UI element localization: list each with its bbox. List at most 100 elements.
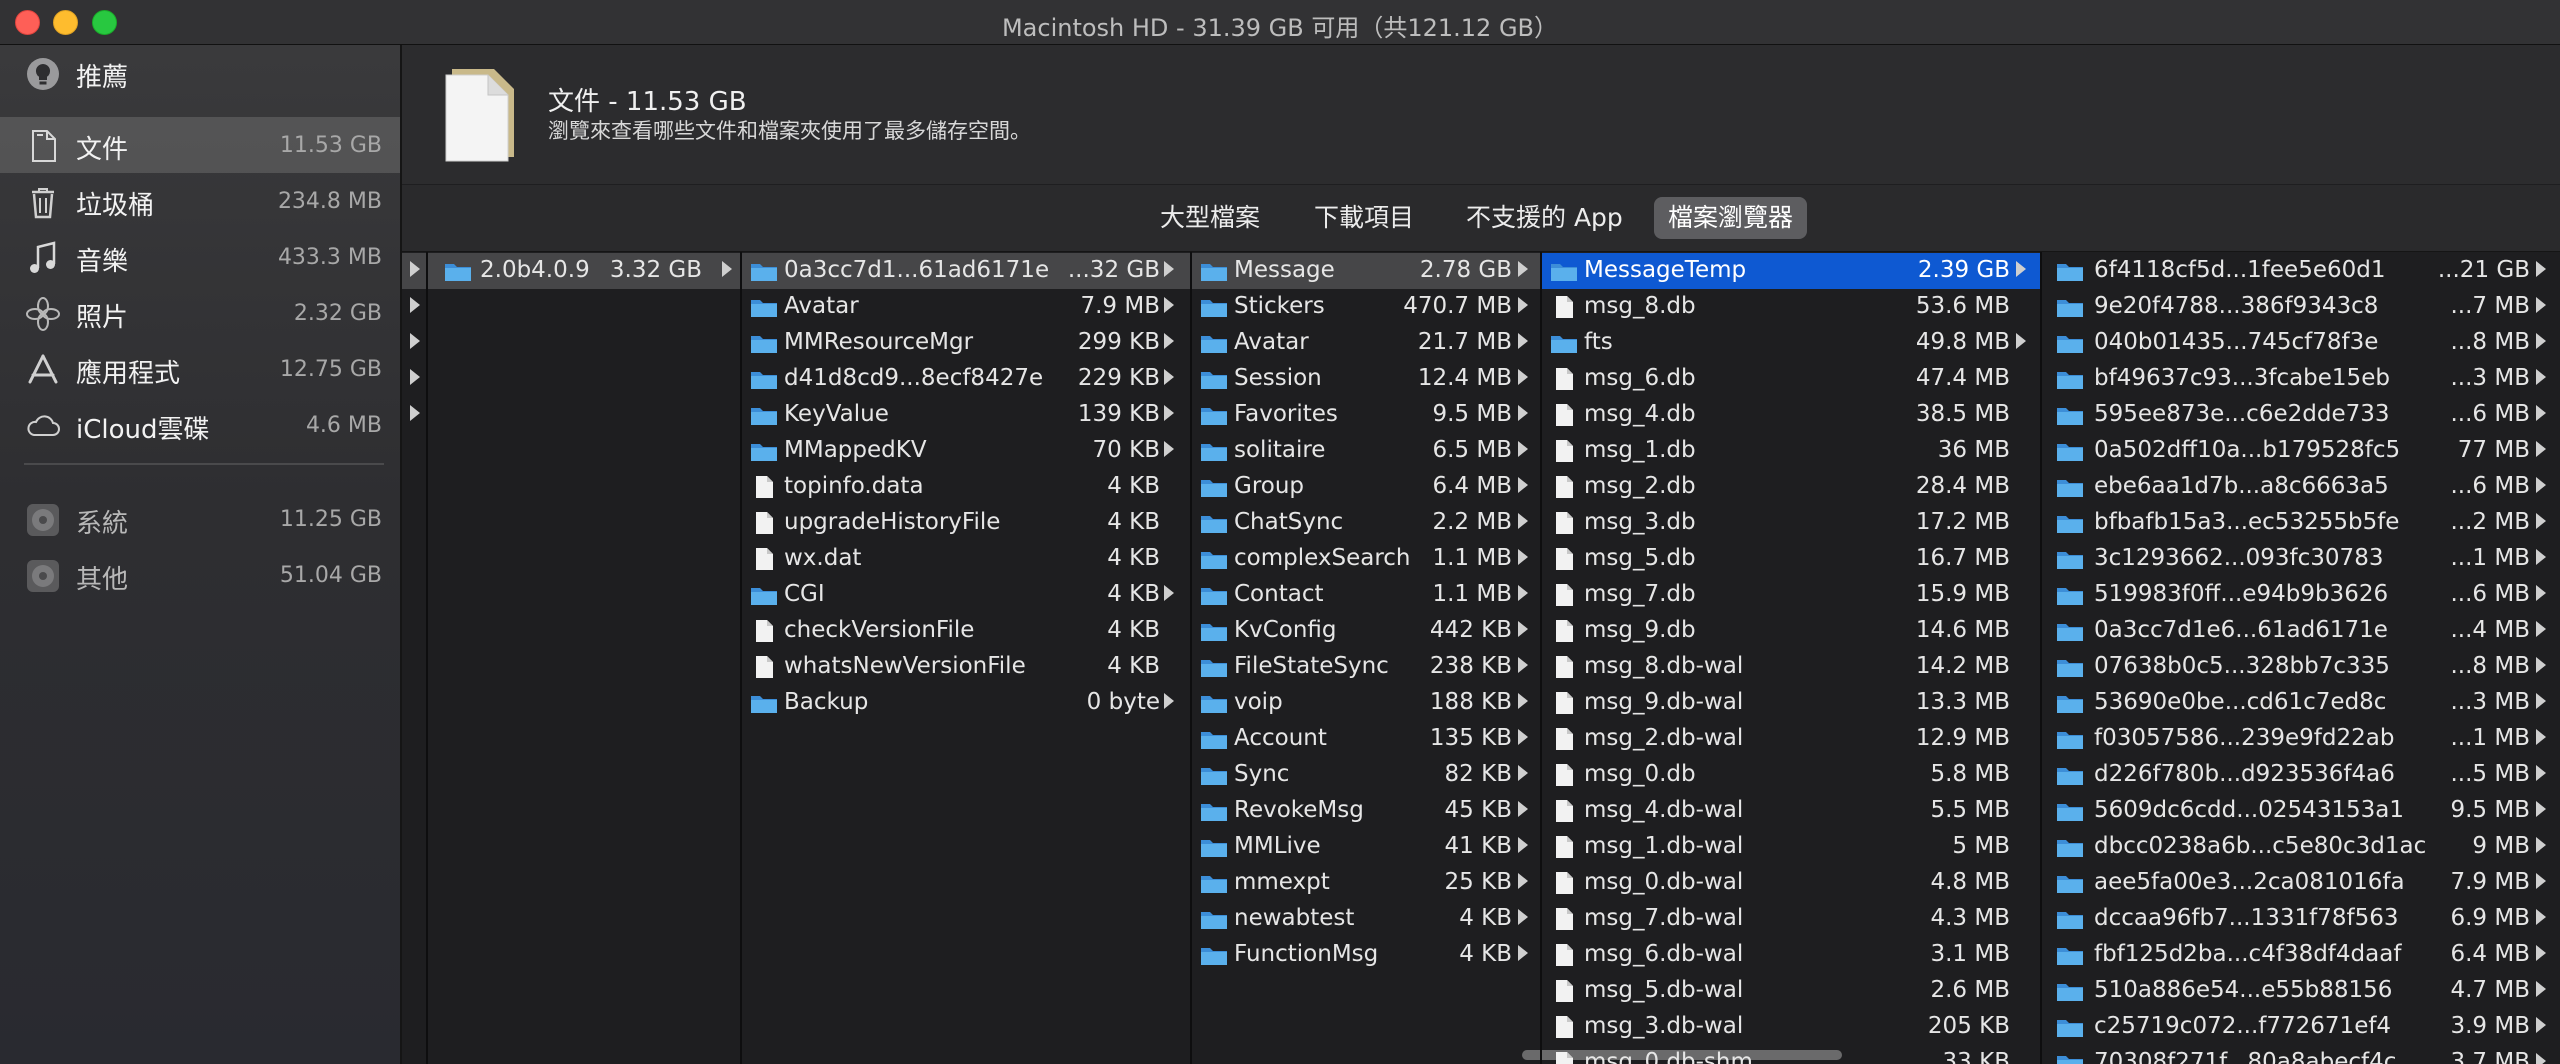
file-row[interactable]: wx.dat 4 KB bbox=[742, 541, 1190, 577]
folder-row[interactable]: CGI 4 KB bbox=[742, 577, 1190, 613]
folder-row[interactable]: 9e20f4788...386f9343c8 ...7 MB bbox=[2042, 289, 2560, 325]
file-row[interactable]: whatsNewVersionFile 4 KB bbox=[742, 649, 1190, 685]
folder-row[interactable]: solitaire 6.5 MB bbox=[1192, 433, 1540, 469]
sidebar-item[interactable]: 文件 11.53 GB bbox=[0, 117, 400, 173]
file-row[interactable]: topinfo.data 4 KB bbox=[742, 469, 1190, 505]
folder-row[interactable]: 595ee873e...c6e2dde733 ...6 MB bbox=[2042, 397, 2560, 433]
folder-row[interactable]: Group 6.4 MB bbox=[1192, 469, 1540, 505]
folder-row[interactable]: 040b01435...745cf78f3e ...8 MB bbox=[2042, 325, 2560, 361]
column-row[interactable] bbox=[402, 289, 426, 325]
file-row[interactable]: msg_8.db-wal 14.2 MB bbox=[1542, 649, 2040, 685]
tab-unsupported-apps[interactable]: 不支援的 App bbox=[1452, 197, 1637, 239]
folder-row[interactable]: Favorites 9.5 MB bbox=[1192, 397, 1540, 433]
folder-row[interactable]: d226f780b...d923536f4a6 ...5 MB bbox=[2042, 757, 2560, 793]
column-row[interactable] bbox=[402, 397, 426, 433]
folder-row[interactable]: c25719c072...f772671ef4 3.9 MB bbox=[2042, 1009, 2560, 1045]
tab-file-browser[interactable]: 檔案瀏覽器 bbox=[1654, 197, 1808, 239]
folder-row[interactable]: d41d8cd9...8ecf8427e 229 KB bbox=[742, 361, 1190, 397]
folder-row[interactable]: KvConfig 442 KB bbox=[1192, 613, 1540, 649]
folder-row[interactable]: Contact 1.1 MB bbox=[1192, 577, 1540, 613]
folder-row[interactable]: FileStateSync 238 KB bbox=[1192, 649, 1540, 685]
sidebar-item[interactable]: iCloud雲碟 4.6 MB bbox=[0, 397, 400, 453]
folder-row[interactable]: dbcc0238a6b...c5e80c3d1ac 9 MB bbox=[2042, 829, 2560, 865]
disclosure-arrow-icon bbox=[2536, 909, 2546, 925]
file-row[interactable]: msg_2.db 28.4 MB bbox=[1542, 469, 2040, 505]
file-row[interactable]: msg_0.db-wal 4.8 MB bbox=[1542, 865, 2040, 901]
file-row[interactable]: msg_4.db 38.5 MB bbox=[1542, 397, 2040, 433]
folder-row[interactable]: aee5fa00e3...2ca081016fa 7.9 MB bbox=[2042, 865, 2560, 901]
file-row[interactable]: msg_5.db-wal 2.6 MB bbox=[1542, 973, 2040, 1009]
sidebar-item[interactable]: 其他 51.04 GB bbox=[0, 547, 400, 603]
tab-downloads[interactable]: 下載項目 bbox=[1300, 197, 1428, 239]
folder-row[interactable]: MMappedKV 70 KB bbox=[742, 433, 1190, 469]
folder-row[interactable]: newabtest 4 KB bbox=[1192, 901, 1540, 937]
file-row[interactable]: msg_8.db 53.6 MB bbox=[1542, 289, 2040, 325]
sidebar-item[interactable]: 系統 11.25 GB bbox=[0, 491, 400, 547]
folder-row[interactable]: Account 135 KB bbox=[1192, 721, 1540, 757]
item-size: 229 KB bbox=[1077, 365, 1160, 391]
folder-row[interactable]: fts 49.8 MB bbox=[1542, 325, 2040, 361]
column-row[interactable] bbox=[402, 361, 426, 397]
folder-row[interactable]: 0a3cc7d1...61ad6171e ...32 GB bbox=[742, 253, 1190, 289]
folder-row[interactable]: Sync 82 KB bbox=[1192, 757, 1540, 793]
file-row[interactable]: msg_4.db-wal 5.5 MB bbox=[1542, 793, 2040, 829]
file-row[interactable]: msg_3.db-wal 205 KB bbox=[1542, 1009, 2040, 1045]
folder-row[interactable]: MMLive 41 KB bbox=[1192, 829, 1540, 865]
file-row[interactable]: upgradeHistoryFile 4 KB bbox=[742, 505, 1190, 541]
file-row[interactable]: msg_1.db-wal 5 MB bbox=[1542, 829, 2040, 865]
sidebar-item[interactable]: 照片 2.32 GB bbox=[0, 285, 400, 341]
sidebar-item[interactable]: 推薦 bbox=[0, 45, 400, 101]
folder-row[interactable]: Session 12.4 MB bbox=[1192, 361, 1540, 397]
file-row[interactable]: msg_0.db 5.8 MB bbox=[1542, 757, 2040, 793]
folder-row[interactable]: Message 2.78 GB bbox=[1192, 253, 1540, 289]
column-row[interactable] bbox=[402, 253, 426, 289]
folder-row[interactable]: 519983f0ff...e94b9b3626 ...6 MB bbox=[2042, 577, 2560, 613]
folder-row[interactable]: KeyValue 139 KB bbox=[742, 397, 1190, 433]
folder-row[interactable]: Backup 0 byte bbox=[742, 685, 1190, 721]
folder-row[interactable]: FunctionMsg 4 KB bbox=[1192, 937, 1540, 973]
folder-row[interactable]: 6f4118cf5d...1fee5e60d1 ...21 GB bbox=[2042, 253, 2560, 289]
file-row[interactable]: msg_7.db 15.9 MB bbox=[1542, 577, 2040, 613]
folder-row[interactable]: MessageTemp 2.39 GB bbox=[1542, 253, 2040, 289]
folder-row[interactable]: Stickers 470.7 MB bbox=[1192, 289, 1540, 325]
column-row[interactable] bbox=[402, 325, 426, 361]
folder-row[interactable]: 53690e0be...cd61c7ed8c ...3 MB bbox=[2042, 685, 2560, 721]
folder-row[interactable]: 3c1293662...093fc30783 ...1 MB bbox=[2042, 541, 2560, 577]
folder-row[interactable]: mmexpt 25 KB bbox=[1192, 865, 1540, 901]
sidebar-item[interactable]: 垃圾桶 234.8 MB bbox=[0, 173, 400, 229]
file-row[interactable]: msg_6.db 47.4 MB bbox=[1542, 361, 2040, 397]
file-row[interactable]: msg_0.db-shm 33 KB bbox=[1542, 1045, 2040, 1064]
folder-row[interactable]: 2.0b4.0.9 3.32 GB bbox=[428, 253, 740, 289]
folder-row[interactable]: complexSearch 1.1 MB bbox=[1192, 541, 1540, 577]
folder-row[interactable]: 5609dc6cdd...02543153a1 9.5 MB bbox=[2042, 793, 2560, 829]
file-row[interactable]: msg_6.db-wal 3.1 MB bbox=[1542, 937, 2040, 973]
folder-row[interactable]: dccaa96fb7...1331f78f563 6.9 MB bbox=[2042, 901, 2560, 937]
folder-row[interactable]: voip 188 KB bbox=[1192, 685, 1540, 721]
folder-row[interactable]: 07638b0c5...328bb7c335 ...8 MB bbox=[2042, 649, 2560, 685]
folder-row[interactable]: Avatar 21.7 MB bbox=[1192, 325, 1540, 361]
file-row[interactable]: msg_5.db 16.7 MB bbox=[1542, 541, 2040, 577]
file-row[interactable]: msg_7.db-wal 4.3 MB bbox=[1542, 901, 2040, 937]
sidebar-item[interactable]: 音樂 433.3 MB bbox=[0, 229, 400, 285]
file-row[interactable]: msg_3.db 17.2 MB bbox=[1542, 505, 2040, 541]
file-row[interactable]: checkVersionFile 4 KB bbox=[742, 613, 1190, 649]
file-row[interactable]: msg_1.db 36 MB bbox=[1542, 433, 2040, 469]
file-row[interactable]: msg_9.db-wal 13.3 MB bbox=[1542, 685, 2040, 721]
folder-row[interactable]: 510a886e54...e55b88156 4.7 MB bbox=[2042, 973, 2560, 1009]
folder-row[interactable]: f03057586...239e9fd22ab ...1 MB bbox=[2042, 721, 2560, 757]
folder-row[interactable]: 70308f271f...80a8abecf4c 3.7 MB bbox=[2042, 1045, 2560, 1064]
folder-row[interactable]: ChatSync 2.2 MB bbox=[1192, 505, 1540, 541]
folder-row[interactable]: Avatar 7.9 MB bbox=[742, 289, 1190, 325]
sidebar-item[interactable]: 應用程式 12.75 GB bbox=[0, 341, 400, 397]
folder-row[interactable]: MMResourceMgr 299 KB bbox=[742, 325, 1190, 361]
folder-row[interactable]: 0a3cc7d1e6...61ad6171e ...4 MB bbox=[2042, 613, 2560, 649]
tab-large-files[interactable]: 大型檔案 bbox=[1146, 197, 1274, 239]
file-row[interactable]: msg_2.db-wal 12.9 MB bbox=[1542, 721, 2040, 757]
folder-row[interactable]: fbf125d2ba...c4f38df4daaf 6.4 MB bbox=[2042, 937, 2560, 973]
file-row[interactable]: msg_9.db 14.6 MB bbox=[1542, 613, 2040, 649]
folder-row[interactable]: bfbafb15a3...ec53255b5fe ...2 MB bbox=[2042, 505, 2560, 541]
folder-row[interactable]: ebe6aa1d7b...a8c6663a5 ...6 MB bbox=[2042, 469, 2560, 505]
folder-row[interactable]: RevokeMsg 45 KB bbox=[1192, 793, 1540, 829]
folder-row[interactable]: bf49637c93...3fcabe15eb ...3 MB bbox=[2042, 361, 2560, 397]
folder-row[interactable]: 0a502dff10a...b179528fc5 77 MB bbox=[2042, 433, 2560, 469]
